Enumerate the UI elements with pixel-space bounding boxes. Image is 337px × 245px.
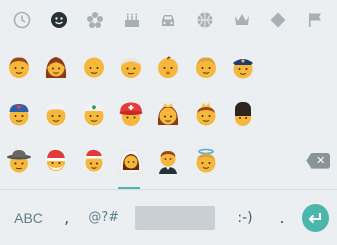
mrs-claus-icon bbox=[83, 149, 104, 172]
comma-key[interactable]: , bbox=[49, 203, 84, 233]
emoji-police-officer[interactable] bbox=[225, 47, 261, 87]
flower-icon[interactable] bbox=[83, 8, 107, 32]
emoji-man-turban[interactable] bbox=[38, 94, 74, 134]
woman-icon bbox=[46, 57, 67, 79]
older-man-icon bbox=[121, 58, 142, 79]
keyboard-bottom-bar: ABC , @?# :-) . bbox=[0, 190, 337, 245]
bride-icon bbox=[119, 149, 143, 173]
backspace-button[interactable]: ✕ bbox=[300, 141, 336, 181]
emoji-groom[interactable] bbox=[150, 141, 186, 181]
emoji-detective[interactable] bbox=[1, 141, 37, 181]
bald-man-icon bbox=[83, 57, 104, 78]
emoji-santa[interactable] bbox=[38, 141, 74, 181]
police-officer-icon bbox=[233, 59, 254, 79]
emoji-older-man[interactable] bbox=[113, 47, 149, 87]
emoji-category-tabs bbox=[0, 0, 337, 40]
clock-icon[interactable] bbox=[10, 8, 34, 32]
period-key[interactable]: . bbox=[263, 203, 302, 233]
enter-button[interactable] bbox=[301, 203, 329, 232]
diamond-icon[interactable] bbox=[266, 8, 290, 32]
prince-icon bbox=[196, 102, 216, 126]
ball-icon[interactable] bbox=[193, 8, 217, 32]
boy-icon bbox=[8, 57, 29, 79]
car-icon[interactable] bbox=[156, 8, 180, 32]
emoji-rescue-worker[interactable] bbox=[113, 94, 149, 134]
crown-icon[interactable] bbox=[230, 8, 254, 32]
emoticon-key[interactable]: :-) bbox=[227, 203, 262, 233]
cake-icon[interactable] bbox=[120, 8, 144, 32]
emoji-guardsman[interactable] bbox=[225, 94, 261, 134]
space-bar[interactable] bbox=[135, 205, 216, 230]
symbols-key[interactable]: @?# bbox=[84, 203, 123, 233]
angel-icon bbox=[196, 148, 216, 173]
detective-icon bbox=[6, 149, 31, 173]
emoji-princess[interactable] bbox=[150, 94, 186, 134]
enter-icon bbox=[308, 212, 322, 223]
emoji-baby[interactable] bbox=[150, 47, 186, 87]
man-turban-icon bbox=[46, 103, 67, 126]
emoji-bride[interactable] bbox=[113, 141, 149, 181]
groom-icon bbox=[159, 150, 178, 174]
guardsman-icon bbox=[235, 101, 252, 126]
backspace-icon: ✕ bbox=[306, 152, 331, 169]
construction-worker-icon bbox=[9, 103, 29, 126]
smiley-icon[interactable] bbox=[47, 8, 71, 32]
emoji-bald-man[interactable] bbox=[76, 47, 112, 87]
santa-icon bbox=[46, 149, 66, 171]
emoji-boy-blonde[interactable] bbox=[188, 47, 224, 87]
flag-icon[interactable] bbox=[303, 8, 327, 32]
emoji-mrs-claus[interactable] bbox=[76, 141, 112, 181]
health-worker-icon bbox=[84, 103, 104, 126]
emoji-grid: ✕ bbox=[0, 44, 337, 184]
emoji-angel[interactable] bbox=[188, 141, 224, 181]
abc-key[interactable]: ABC bbox=[8, 203, 49, 233]
baby-icon bbox=[158, 56, 179, 79]
princess-icon bbox=[158, 102, 179, 125]
emoji-health-worker[interactable] bbox=[76, 94, 112, 134]
emoji-woman[interactable] bbox=[38, 47, 74, 87]
rescue-worker-icon bbox=[119, 102, 143, 126]
boy-blonde-icon bbox=[195, 57, 216, 79]
emoji-construction-worker[interactable] bbox=[1, 94, 37, 134]
emoji-boy[interactable] bbox=[1, 47, 37, 87]
emoji-prince[interactable] bbox=[188, 94, 224, 134]
